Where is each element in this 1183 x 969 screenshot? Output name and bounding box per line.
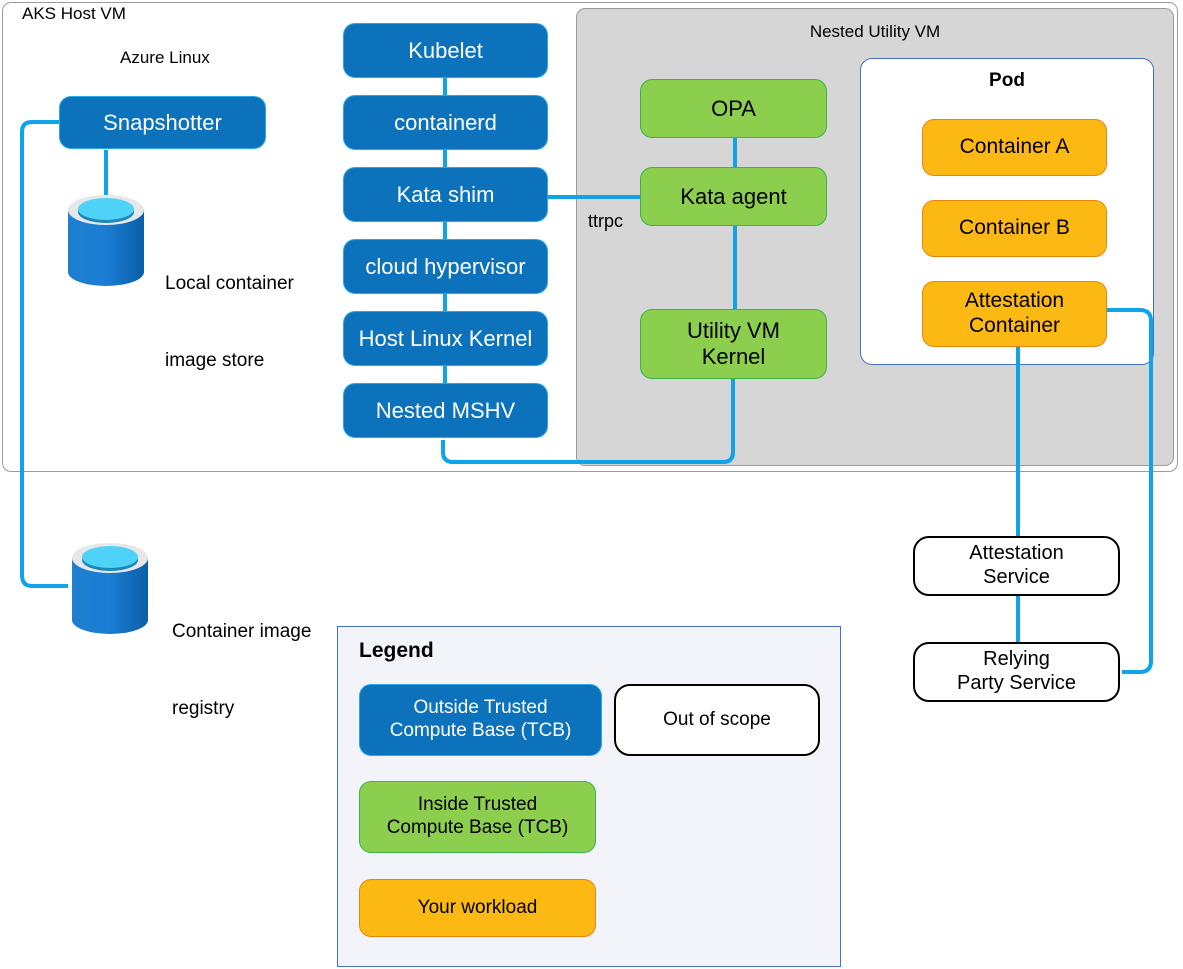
node-containerd[interactable]: containerd	[343, 95, 548, 150]
local-container-image-store-label: Local container image store	[165, 220, 345, 425]
node-relying-party-service[interactable]: Relying Party Service	[913, 642, 1120, 702]
node-relying-party-service-line2: Party Service	[957, 672, 1076, 694]
node-container-b[interactable]: Container B	[922, 200, 1107, 257]
node-attestation-container-line2: Container	[968, 314, 1061, 337]
node-attestation-service-line1: Attestation	[969, 542, 1064, 565]
legend-inside-tcb-line1: Inside Trusted	[417, 794, 538, 816]
legend-item-inside-tcb: Inside Trusted Compute Base (TCB)	[359, 781, 596, 853]
legend-outside-tcb-line1: Outside Trusted	[413, 697, 548, 719]
node-snapshotter[interactable]: Snapshotter	[59, 96, 266, 149]
legend-outside-tcb-line2: Compute Base (TCB)	[389, 720, 572, 741]
legend-item-out-of-scope: Out of scope	[614, 684, 820, 756]
local-container-image-store-icon	[68, 195, 144, 286]
local-store-line2: image store	[165, 350, 265, 372]
node-attestation-container-line1: Attestation	[964, 289, 1065, 313]
node-utility-vm-kernel-line1: Utility VM	[687, 318, 780, 344]
node-kubelet[interactable]: Kubelet	[343, 23, 548, 78]
registry-line2: registry	[172, 698, 235, 720]
node-relying-party-service-line1: Relying	[983, 648, 1050, 671]
node-attestation-service[interactable]: Attestation Service	[913, 536, 1120, 596]
local-store-line1: Local container	[165, 273, 294, 295]
node-attestation-container[interactable]: Attestation Container	[922, 281, 1107, 347]
node-host-linux-kernel[interactable]: Host Linux Kernel	[343, 311, 548, 366]
nested-utility-vm-label: Nested Utility VM	[809, 22, 941, 41]
node-kata-agent[interactable]: Kata agent	[640, 167, 827, 226]
container-image-registry-label: Container image registry	[172, 568, 362, 773]
legend-item-your-workload: Your workload	[359, 879, 596, 937]
azure-linux-label: Azure Linux	[120, 48, 210, 67]
pod-label: Pod	[989, 70, 1025, 91]
diagram-canvas: AKS Host VM Azure Linux Nested Utility V…	[0, 0, 1183, 969]
node-opa[interactable]: OPA	[640, 79, 827, 138]
node-nested-mshv[interactable]: Nested MSHV	[343, 383, 548, 438]
legend-item-outside-tcb: Outside Trusted Compute Base (TCB)	[359, 684, 602, 756]
node-kata-shim[interactable]: Kata shim	[343, 167, 548, 222]
legend-title: Legend	[359, 639, 434, 662]
registry-line1: Container image	[172, 621, 312, 643]
node-cloud-hypervisor[interactable]: cloud hypervisor	[343, 239, 548, 294]
ttrpc-label: ttrpc	[588, 211, 624, 231]
node-attestation-service-line2: Service	[983, 566, 1050, 588]
aks-host-vm-label: AKS Host VM	[22, 4, 126, 23]
node-container-a[interactable]: Container A	[922, 119, 1107, 176]
node-utility-vm-kernel[interactable]: Utility VM Kernel	[640, 309, 827, 379]
node-utility-vm-kernel-line2: Kernel	[701, 344, 766, 369]
container-image-registry-icon	[72, 543, 148, 634]
legend-inside-tcb-line2: Compute Base (TCB)	[386, 817, 569, 838]
